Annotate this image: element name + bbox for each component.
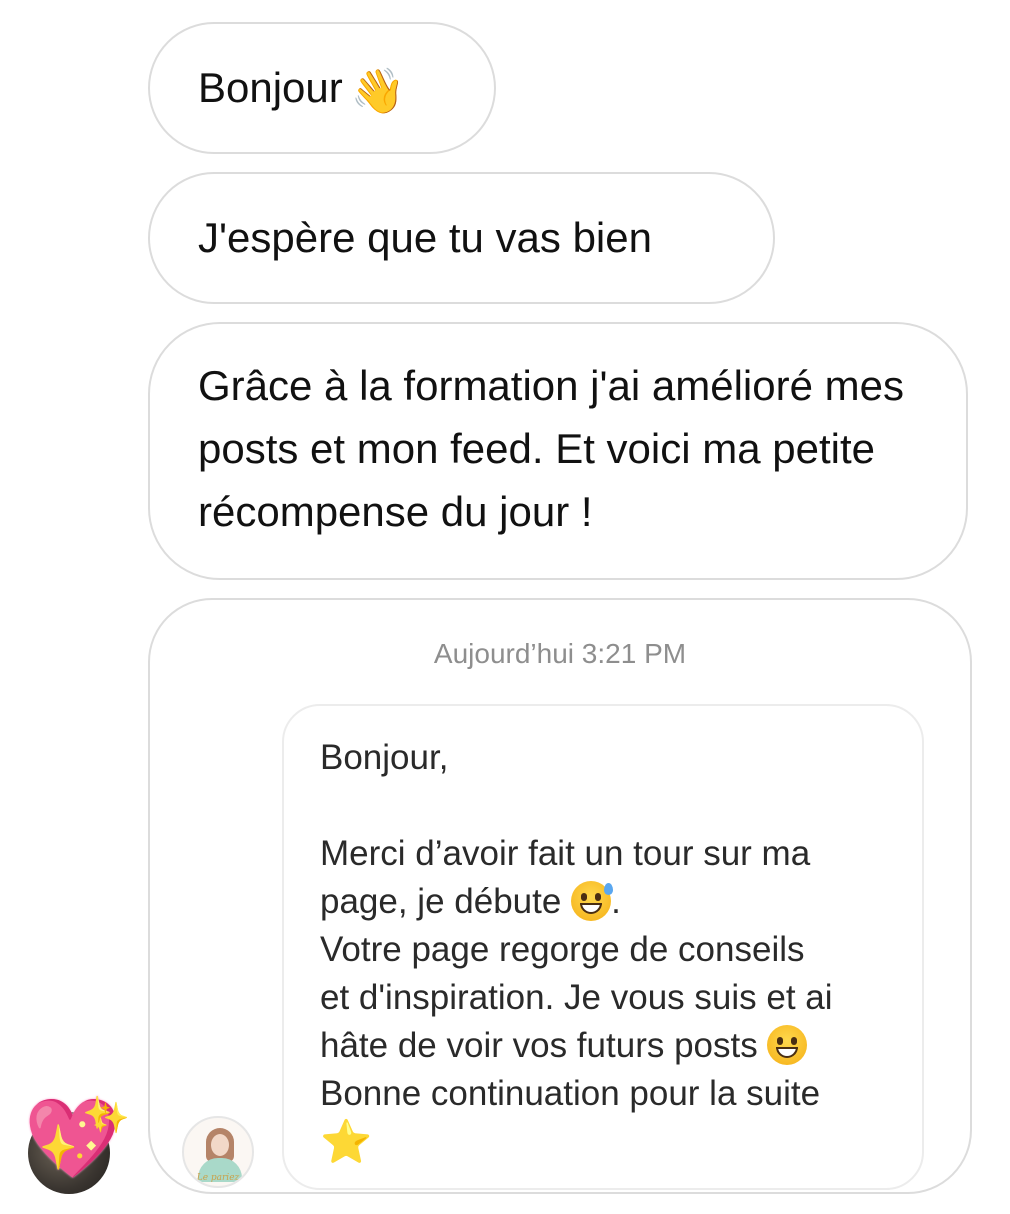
grinning-sweat-icon [571,881,614,921]
screenshot-line: page, je débute [320,882,572,921]
sparkles-icon: ✨ [92,1102,130,1135]
screenshot-line: Merci d’avoir fait un tour sur ma [320,834,811,873]
message-text: Bonjour [198,64,343,111]
screenshot-timestamp: Aujourd’hui 3:21 PM [433,638,687,669]
message-bubble-formation[interactable]: Grâce à la formation j'ai amélioré mes p… [148,322,968,580]
screenshot-message-card: Bonjour, Merci d’avoir fait un tour sur … [282,704,924,1190]
profile-signature: Le pariez [196,1173,240,1183]
screenshot-line: Votre page regorge de conseils [320,930,805,969]
message-text: J'espère que tu vas bien [198,214,652,261]
screenshot-line: et d'inspiration. Je vous suis et ai [320,978,833,1017]
screenshot-message-text: Bonjour, Merci d’avoir fait un tour sur … [320,734,900,1169]
waving-hand-icon: 👋 [350,67,406,116]
screenshot-profile-avatar: Le pariez [182,1116,254,1188]
screenshot-line: hâte de voir vos futurs posts [320,1026,768,1065]
screenshot-greeting: Bonjour, [320,738,449,777]
message-text: Grâce à la formation j'ai amélioré mes p… [198,362,904,535]
message-bubble-greeting[interactable]: Bonjour 👋 [148,22,496,154]
image-message-screenshot[interactable]: Aujourd’hui 3:21 PM Bonjour, Merci d’avo… [148,598,972,1194]
star-icon: ⭐ [320,1118,373,1165]
sender-avatar[interactable]: 💖 ✨ [24,1098,129,1194]
grinning-face-icon [767,1025,808,1065]
message-bubble-wellbeing[interactable]: J'espère que tu vas bien [148,172,775,304]
screenshot-line: Bonne continuation pour la suite [320,1074,821,1113]
